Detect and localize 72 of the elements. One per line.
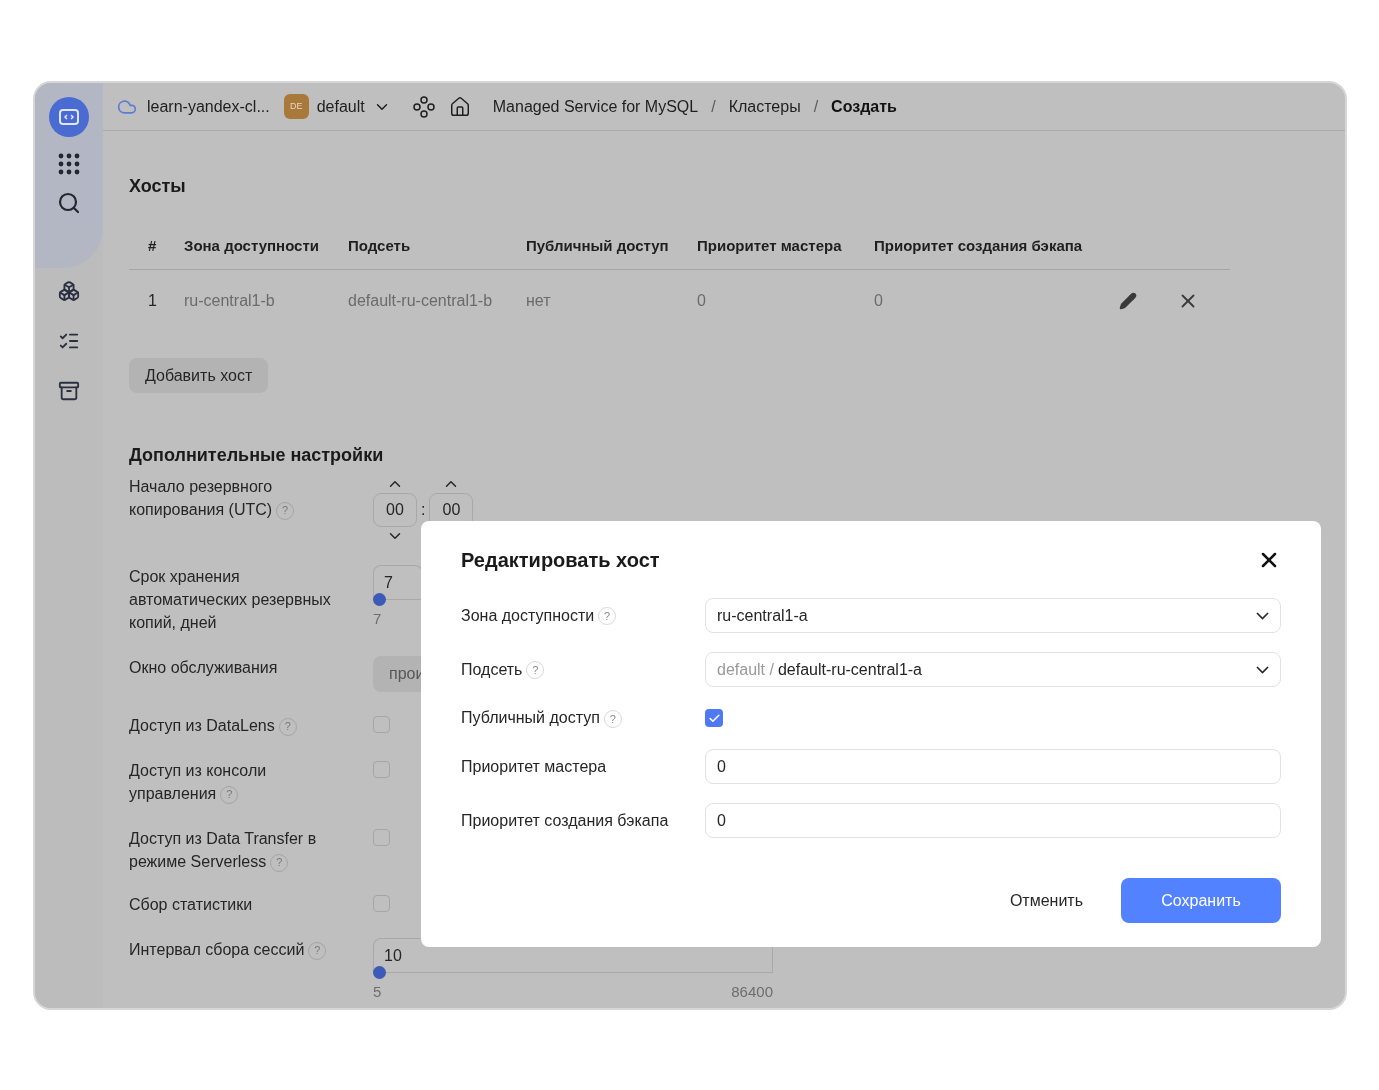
home-icon[interactable] xyxy=(448,95,471,118)
select-field[interactable]: default / default-ru-central1-a xyxy=(705,652,1281,687)
slider-min-label: 7 xyxy=(373,609,382,629)
column-header: Приоритет мастера xyxy=(697,237,842,255)
column-header: Приоритет создания бэкапа xyxy=(874,237,1083,255)
edit-icon[interactable] xyxy=(1119,292,1137,310)
slider-track[interactable] xyxy=(373,966,773,979)
check-icon xyxy=(707,711,721,725)
field-value: default / default-ru-central1-a xyxy=(717,659,923,680)
table-cell: нет xyxy=(526,292,551,309)
input-field[interactable]: 0 xyxy=(705,749,1281,784)
breadcrumb-separator: / xyxy=(813,96,819,117)
dialog-title: Редактировать хост xyxy=(461,548,660,573)
setting-label: Сбор статистики xyxy=(129,895,254,915)
column-header: Подсеть xyxy=(348,237,411,255)
section-title: Хосты xyxy=(129,175,187,198)
search-icon[interactable] xyxy=(57,191,81,215)
table-cell: ru-central1-b xyxy=(184,292,275,309)
section-title: Дополнительные настройки xyxy=(129,444,385,467)
breadcrumb[interactable]: Managed Service for MySQL xyxy=(492,94,699,119)
time-separator: : xyxy=(421,500,426,520)
breadcrumb[interactable]: Создать xyxy=(831,94,897,119)
time-field[interactable]: 00 xyxy=(373,493,417,527)
field-label: Приоритет мастера xyxy=(461,756,608,777)
table-cell: 0 xyxy=(874,292,883,309)
breadcrumb[interactable]: Кластеры xyxy=(728,94,801,119)
archive-icon[interactable] xyxy=(58,380,80,402)
setting-label: Начало резервного копирования (UTC) ? xyxy=(129,475,373,521)
checkbox[interactable] xyxy=(373,761,390,778)
field-label: Подсеть ? xyxy=(461,657,705,682)
cancel-button[interactable]: Отменить xyxy=(985,878,1107,923)
chevron-down-icon xyxy=(1256,611,1269,620)
add-host-button[interactable]: Добавить хост xyxy=(129,358,269,393)
cubes-icon[interactable] xyxy=(58,280,80,302)
folder-badge: DE xyxy=(283,94,309,119)
slider-thumb[interactable] xyxy=(373,593,386,606)
table-cell: default-ru-central1-b xyxy=(348,292,493,309)
app-logo[interactable] xyxy=(49,97,89,137)
public-access-checkbox[interactable] xyxy=(705,709,723,727)
field-label: Приоритет создания бэкапа xyxy=(461,810,670,831)
checkbox[interactable] xyxy=(373,829,390,846)
setting-label: Доступ из Data Transfer в режиме Serverless ? xyxy=(129,829,318,873)
select-field[interactable]: ru-central1-a xyxy=(705,598,1281,633)
setting-label: Окно обслуживания xyxy=(129,658,279,678)
slider-max-label: 86400 xyxy=(731,982,773,1002)
chevron-down-icon xyxy=(1256,665,1269,674)
column-header: # xyxy=(148,237,157,255)
column-header: Зона доступности xyxy=(184,237,319,255)
setting-label: Доступ из DataLens ? xyxy=(129,714,373,737)
setting-label: Срок хранения автоматических резервных копий, дней xyxy=(129,567,332,633)
slider-min-label: 5 xyxy=(373,982,382,1002)
breadcrumb-separator: / xyxy=(711,96,716,117)
project-name[interactable]: learn-yandex-cl... xyxy=(147,94,270,119)
grid-icon[interactable] xyxy=(58,153,80,175)
nodes-icon[interactable] xyxy=(412,95,435,118)
field-label: Публичный доступ ? xyxy=(461,706,705,730)
checkbox[interactable] xyxy=(373,716,390,733)
field-value: 0 xyxy=(717,756,727,777)
field-value: ru-central1-a xyxy=(717,605,809,626)
field-value: 0 xyxy=(717,810,727,831)
save-button[interactable]: Сохранить xyxy=(1121,878,1281,923)
folder-name[interactable]: default xyxy=(316,94,365,119)
setting-label: Интервал сбора сессий ? xyxy=(129,938,373,961)
checkbox[interactable] xyxy=(373,895,390,912)
table-cell: 1 xyxy=(148,292,157,309)
slider-thumb[interactable] xyxy=(373,966,386,979)
table-cell: 0 xyxy=(697,292,706,309)
code-window-icon xyxy=(59,109,79,125)
column-header: Публичный доступ xyxy=(526,237,669,255)
field-label: Зона доступности ? xyxy=(461,603,705,628)
input-field[interactable]: 0 xyxy=(705,803,1281,838)
setting-label: Доступ из консоли управления ? xyxy=(129,761,268,805)
